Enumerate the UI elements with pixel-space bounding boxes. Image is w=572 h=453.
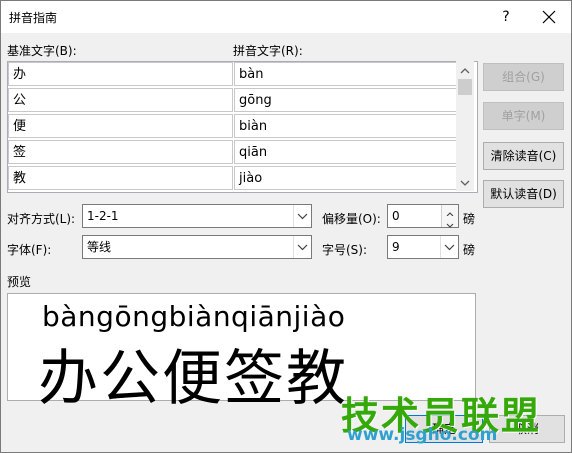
alignment-value: 1-2-1 xyxy=(87,209,119,223)
offset-unit: 磅 xyxy=(463,212,476,226)
spin-up-icon[interactable] xyxy=(441,205,458,217)
base-cell[interactable]: 公 xyxy=(8,88,233,112)
default-reading-button[interactable]: 默认读音(D) xyxy=(483,180,564,208)
size-label: 字号(S): xyxy=(322,243,368,257)
clear-reading-button[interactable]: 清除读音(C) xyxy=(483,142,564,170)
help-button[interactable]: ? xyxy=(497,6,515,28)
font-label: 字体(F): xyxy=(7,243,52,257)
font-value: 等线 xyxy=(87,240,112,254)
font-select[interactable]: 等线 xyxy=(82,235,312,259)
pinyin-text-label: 拼音文字(R): xyxy=(233,44,303,58)
chevron-down-icon[interactable] xyxy=(293,205,311,227)
scroll-up-icon[interactable] xyxy=(460,67,470,75)
close-icon xyxy=(542,10,556,24)
base-cell[interactable]: 教 xyxy=(8,166,233,190)
close-button[interactable] xyxy=(537,5,561,29)
size-select[interactable]: 9 xyxy=(387,235,459,259)
scroll-down-icon[interactable] xyxy=(460,179,470,187)
base-text-label: 基准文字(B): xyxy=(7,44,77,58)
spin-down-icon[interactable] xyxy=(441,216,458,228)
offset-value: 0 xyxy=(392,209,400,223)
dialog-title: 拼音指南 xyxy=(9,11,58,25)
pinyin-cell[interactable]: jiào xyxy=(234,166,462,190)
pinyin-cell[interactable]: biàn xyxy=(234,114,462,138)
preview-hanzi: 办公便签教 xyxy=(38,344,348,414)
pinyin-cell[interactable]: qiān xyxy=(234,140,462,164)
offset-label: 偏移量(O): xyxy=(322,212,381,226)
pinyin-grid: 办 bàn 公 gōng 便 biàn 签 qiān 教 jiào xyxy=(7,61,478,193)
preview-pinyin: bàngōngbiànqiānjiào xyxy=(42,300,346,333)
single-char-button[interactable]: 单字(M) xyxy=(483,102,564,130)
offset-stepper[interactable]: 0 xyxy=(387,204,459,228)
size-value: 9 xyxy=(392,240,400,254)
base-cell[interactable]: 便 xyxy=(8,114,233,138)
size-unit: 磅 xyxy=(463,243,476,257)
alignment-label: 对齐方式(L): xyxy=(7,212,76,226)
chevron-down-icon[interactable] xyxy=(440,236,458,258)
pinyin-cell[interactable]: bàn xyxy=(234,62,462,86)
watermark-url: www.jsgho.com xyxy=(347,425,498,445)
chevron-down-icon[interactable] xyxy=(293,236,311,258)
pinyin-guide-dialog: 拼音指南 ? 基准文字(B): 拼音文字(R): 办 bàn 公 gōng 便 … xyxy=(0,0,572,453)
base-cell[interactable]: 签 xyxy=(8,140,233,164)
base-cell[interactable]: 办 xyxy=(8,62,233,86)
preview-label: 预览 xyxy=(7,275,32,289)
pinyin-cell[interactable]: gōng xyxy=(234,88,462,112)
scroll-thumb[interactable] xyxy=(458,79,472,95)
combine-button[interactable]: 组合(G) xyxy=(483,63,564,91)
title-bar: 拼音指南 ? xyxy=(1,1,571,33)
alignment-select[interactable]: 1-2-1 xyxy=(82,204,312,228)
grid-scrollbar[interactable] xyxy=(456,61,474,191)
